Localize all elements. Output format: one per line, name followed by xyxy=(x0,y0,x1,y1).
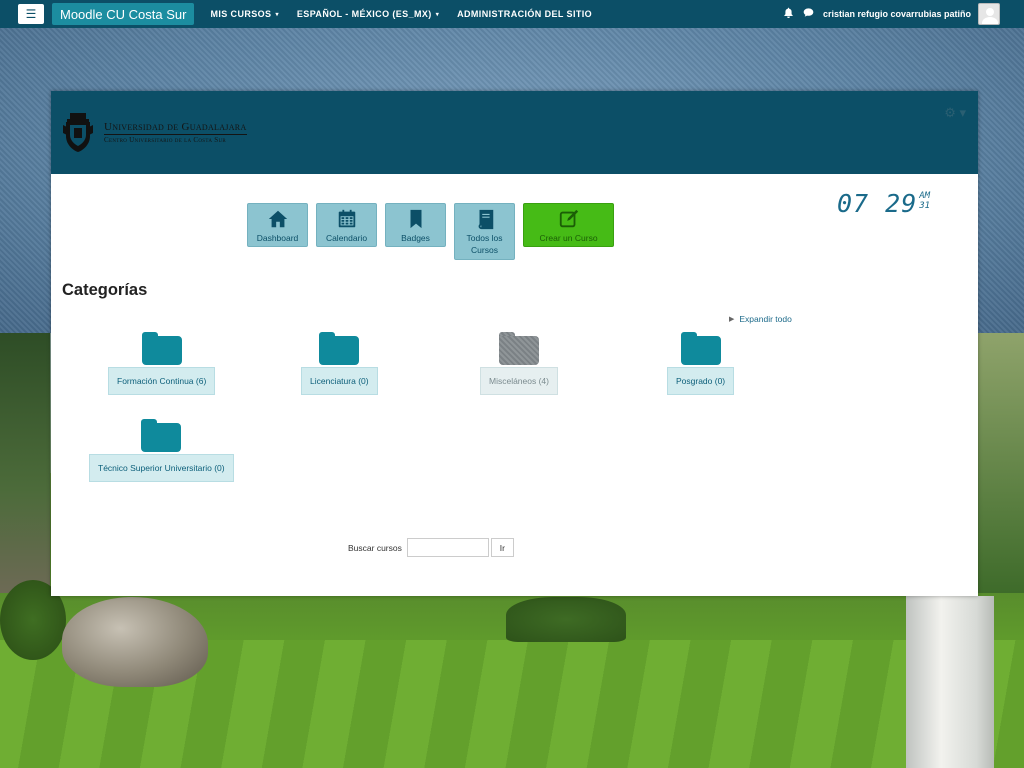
book-icon xyxy=(478,209,493,230)
gear-icon[interactable]: ⚙ ▾ xyxy=(944,105,966,121)
background-rock xyxy=(62,597,208,687)
avatar[interactable] xyxy=(978,3,1000,25)
site-brand-link[interactable]: Moodle CU Costa Sur xyxy=(52,3,195,25)
background-palm-left xyxy=(0,333,50,593)
chevron-down-icon: ▾ xyxy=(435,11,440,18)
university-seal-icon xyxy=(63,113,93,152)
search-input[interactable] xyxy=(406,538,489,557)
chat-icon[interactable] xyxy=(803,7,814,21)
category-miscelaneos: Misceláneos (4) xyxy=(480,332,558,395)
category-tecnico-superior: Técnico Superior Universitario (0) xyxy=(89,419,234,482)
search-submit-button[interactable]: Ir xyxy=(490,538,514,557)
nav-user-area: cristian refugio covarrubias patiño xyxy=(783,3,1000,25)
background-tree-trunk xyxy=(906,596,994,768)
dashboard-button[interactable]: Dashboard xyxy=(247,203,308,247)
user-menu-name[interactable]: cristian refugio covarrubias patiño xyxy=(823,9,971,19)
search-label: Buscar cursos xyxy=(348,542,402,553)
quick-link-label: Calendario xyxy=(325,233,368,243)
logo-line1: Universidad de Guadalajara xyxy=(104,120,247,133)
background-palm-right xyxy=(978,333,1024,593)
nav-item-label: MIS CURSOS xyxy=(210,9,272,19)
logo-line2: Centro Universitario de la Costa Sur xyxy=(104,133,247,144)
category-button[interactable]: Técnico Superior Universitario (0) xyxy=(89,454,234,482)
top-navbar: ☰ Moodle CU Costa Sur MIS CURSOS ▾ ESPAÑ… xyxy=(0,0,1024,28)
folder-icon[interactable] xyxy=(141,419,182,452)
background-hedge xyxy=(506,597,626,642)
clock-ampm: AM xyxy=(919,191,931,201)
university-name: Universidad de Guadalajara Centro Univer… xyxy=(104,121,247,144)
quick-link-label: Dashboard xyxy=(256,233,299,243)
nav-item-label: ADMINISTRACIÓN DEL SITIO xyxy=(457,9,593,19)
folder-icon[interactable] xyxy=(319,332,360,365)
quick-link-label: Badges xyxy=(401,233,430,243)
category-licenciatura: Licenciatura (0) xyxy=(301,332,378,395)
university-logo[interactable]: Universidad de Guadalajara Centro Univer… xyxy=(62,111,247,153)
course-search: Buscar cursos Ir xyxy=(348,538,514,557)
edit-icon xyxy=(559,209,578,228)
page-container: Universidad de Guadalajara Centro Univer… xyxy=(51,91,978,596)
category-posgrado: Posgrado (0) xyxy=(667,332,735,395)
clock-side: AM 31 xyxy=(919,191,930,211)
clock-seconds: 31 xyxy=(919,201,931,211)
category-formacion-continua: Formación Continua (6) xyxy=(108,332,216,395)
bell-icon[interactable] xyxy=(783,7,794,21)
quick-link-label: Todos los Cursos xyxy=(466,233,503,255)
page-header: Universidad de Guadalajara Centro Univer… xyxy=(51,91,978,174)
nav-item-mis-cursos[interactable]: MIS CURSOS ▾ xyxy=(210,9,278,19)
home-icon xyxy=(268,210,287,228)
expand-all-link[interactable]: ▶ Expandir todo xyxy=(729,314,792,324)
nav-menu: MIS CURSOS ▾ ESPAÑOL - MÉXICO (ES_MX) ▾ … xyxy=(210,9,610,19)
folder-icon[interactable] xyxy=(141,332,182,365)
category-button[interactable]: Formación Continua (6) xyxy=(108,367,216,395)
folder-icon[interactable] xyxy=(499,332,539,365)
clock-time: 07 29 xyxy=(837,189,918,218)
expand-all-label: Expandir todo xyxy=(739,314,792,324)
nav-item-label: ESPAÑOL - MÉXICO (ES_MX) xyxy=(296,9,432,19)
create-course-button[interactable]: Crear un Curso xyxy=(523,203,614,247)
digital-clock: 07 29 AM 31 xyxy=(837,191,930,217)
calendar-button[interactable]: Calendario xyxy=(316,203,377,247)
category-button[interactable]: Licenciatura (0) xyxy=(301,367,378,395)
nav-item-language[interactable]: ESPAÑOL - MÉXICO (ES_MX) ▾ xyxy=(297,9,439,19)
category-button[interactable]: Posgrado (0) xyxy=(667,367,735,395)
quick-links: Dashboard Calendario Badges Todos los Cu… xyxy=(247,203,622,260)
page-title: Categorías xyxy=(62,281,148,299)
category-button[interactable]: Misceláneos (4) xyxy=(480,367,558,395)
bookmark-icon xyxy=(410,209,421,229)
caret-right-icon: ▶ xyxy=(729,316,735,323)
calendar-icon xyxy=(338,209,355,228)
nav-item-site-admin[interactable]: ADMINISTRACIÓN DEL SITIO xyxy=(457,9,592,19)
chevron-down-icon: ▾ xyxy=(275,11,279,18)
all-courses-button[interactable]: Todos los Cursos xyxy=(454,203,515,260)
folder-icon[interactable] xyxy=(680,332,721,365)
quick-link-label: Crear un Curso xyxy=(539,233,598,243)
badges-button[interactable]: Badges xyxy=(385,203,446,247)
hamburger-icon[interactable]: ☰ xyxy=(18,4,44,24)
